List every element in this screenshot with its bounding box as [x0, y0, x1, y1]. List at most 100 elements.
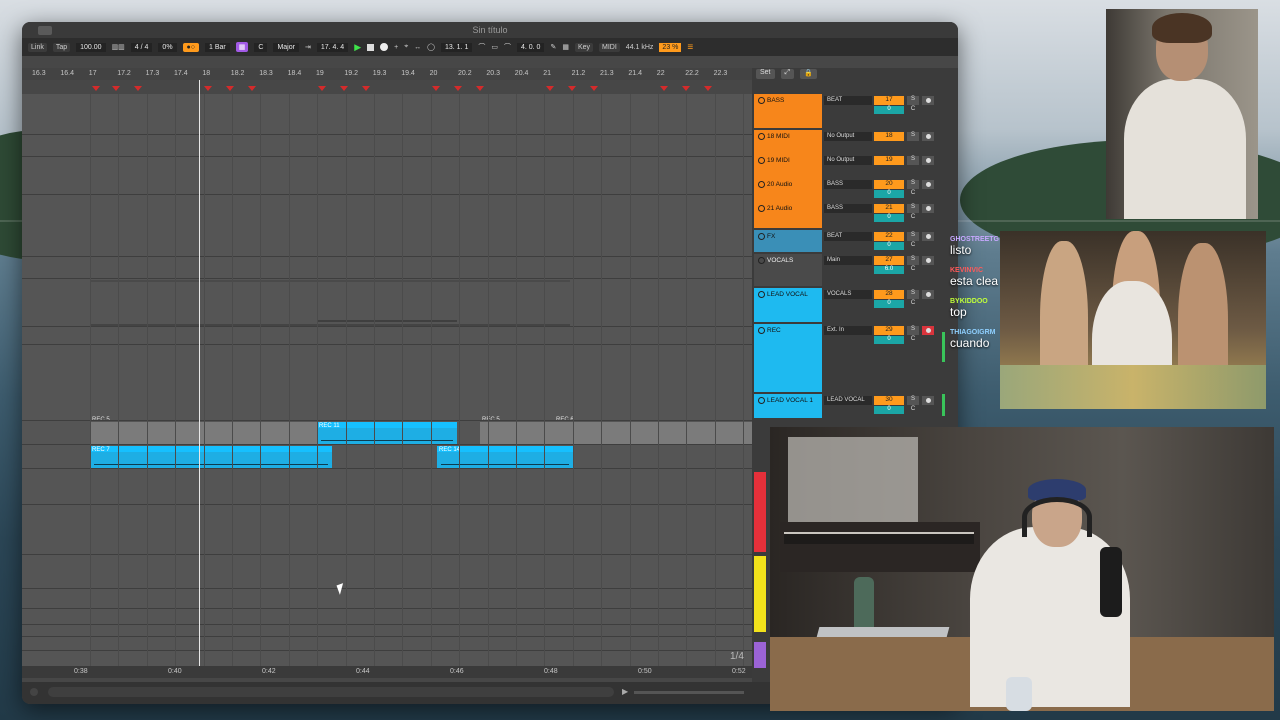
computer-keyboard-icon[interactable]: ▦ — [562, 43, 569, 51]
position-field[interactable]: 17. 4. 4 — [316, 42, 349, 52]
clip[interactable]: REC 5 — [480, 417, 560, 444]
nudge-icon[interactable]: ▥▥ — [112, 43, 125, 51]
track-color-strip[interactable] — [754, 472, 766, 552]
pan-field[interactable]: C — [907, 214, 919, 223]
volume-field[interactable]: 0 — [874, 106, 904, 114]
mixer-track[interactable]: VOCALS Main 27 S 6.0 C — [752, 254, 958, 286]
horizontal-scrollbar[interactable] — [48, 687, 614, 697]
expand-icon[interactable]: ⤢ — [780, 69, 795, 79]
solo-button[interactable]: S — [907, 180, 919, 189]
track-fold-icon[interactable] — [758, 257, 765, 264]
mixer-track[interactable]: 18 MIDI No Output 18 S — [752, 130, 958, 154]
locator-marker-icon[interactable] — [590, 86, 598, 91]
locator-marker-icon[interactable] — [660, 86, 668, 91]
pan-field[interactable]: C — [907, 106, 919, 115]
track-activator-button[interactable]: 21 — [874, 204, 904, 213]
locator-marker-icon[interactable] — [318, 86, 326, 91]
link-button[interactable]: Link — [28, 42, 47, 52]
punch-in-icon[interactable]: ⌒ — [478, 42, 485, 52]
scale-select[interactable]: Major — [273, 42, 299, 52]
track-color-strip[interactable] — [754, 556, 766, 632]
loop-icon[interactable]: ▭ — [491, 43, 498, 51]
output-routing-select[interactable]: BASS — [824, 180, 872, 189]
meter-field[interactable]: 4 / 4 — [130, 42, 153, 52]
output-routing-select[interactable]: Main — [824, 256, 872, 265]
track-name-header[interactable]: FX — [754, 230, 822, 252]
locator-marker-icon[interactable] — [454, 86, 462, 91]
pan-field[interactable]: C — [907, 190, 919, 199]
overview-icon[interactable] — [30, 688, 38, 696]
volume-field[interactable]: 0 — [874, 406, 904, 414]
solo-button[interactable]: S — [907, 326, 919, 335]
clip[interactable]: REC 6 — [554, 417, 752, 444]
preview-play-icon[interactable]: ▶ — [622, 687, 628, 696]
track-activator-button[interactable]: 20 — [874, 180, 904, 189]
tap-button[interactable]: Tap — [52, 42, 71, 52]
track-fold-icon[interactable] — [758, 233, 765, 240]
pan-field[interactable]: C — [907, 406, 919, 415]
track-activator-button[interactable]: 22 — [874, 232, 904, 241]
tempo-field[interactable]: 100.00 — [76, 42, 106, 52]
locator-marker-icon[interactable] — [204, 86, 212, 91]
arm-record-button[interactable] — [922, 396, 934, 405]
arm-record-button[interactable] — [922, 204, 934, 213]
clip[interactable]: REC 14 — [437, 446, 573, 468]
output-routing-select[interactable]: BEAT — [824, 232, 872, 241]
locator-marker-icon[interactable] — [226, 86, 234, 91]
locator-marker-icon[interactable] — [340, 86, 348, 91]
volume-field[interactable]: 0 — [874, 336, 904, 344]
track-fold-icon[interactable] — [758, 397, 765, 404]
track-activator-button[interactable]: 18 — [874, 132, 904, 141]
solo-button[interactable]: S — [907, 96, 919, 105]
solo-button[interactable]: S — [907, 256, 919, 265]
locator-marker-icon[interactable] — [92, 86, 100, 91]
track-name-header[interactable]: BASS — [754, 94, 822, 128]
solo-button[interactable]: S — [907, 396, 919, 405]
track-name-header[interactable]: REC — [754, 324, 822, 392]
key-select[interactable]: C — [254, 42, 268, 52]
track-name-header[interactable]: VOCALS — [754, 254, 822, 286]
play-icon[interactable]: ▶ — [354, 42, 361, 53]
mixer-track[interactable]: LEAD VOCAL 1 LEAD VOCAL 30 S 0 C — [752, 394, 958, 418]
mixer-track[interactable]: FX BEAT 22 S 0 C — [752, 230, 958, 252]
locator-marker-icon[interactable] — [134, 86, 142, 91]
output-routing-select[interactable]: VOCALS — [824, 290, 872, 299]
loop-start-field[interactable]: 13. 1. 1 — [441, 42, 473, 52]
back-to-arrangement-icon[interactable]: ↔ — [414, 44, 421, 51]
menu-icon[interactable]: ≡ — [687, 42, 693, 53]
locator-marker-icon[interactable] — [432, 86, 440, 91]
time-ruler[interactable]: 0:38 0:40 0:42 0:44 0:46 0:48 0:50 0:52 — [22, 666, 752, 678]
arm-record-button[interactable] — [922, 96, 934, 105]
volume-field[interactable]: 0 — [874, 190, 904, 198]
track-name-header[interactable]: LEAD VOCAL 1 — [754, 394, 822, 418]
set-button[interactable]: Set — [756, 69, 775, 79]
volume-field[interactable]: 0 — [874, 214, 904, 222]
track-activator-button[interactable]: 28 — [874, 290, 904, 299]
launch-quant-select[interactable]: 1 Bar — [205, 42, 230, 52]
mixer-track[interactable]: 20 Audio BASS 20 S 0 C — [752, 178, 958, 202]
pan-field[interactable]: C — [907, 242, 919, 251]
track-activator-button[interactable]: 17 — [874, 96, 904, 105]
track-fold-icon[interactable] — [758, 157, 765, 164]
pan-field[interactable]: C — [907, 266, 919, 275]
track-activator-button[interactable]: 27 — [874, 256, 904, 265]
locator-marker-icon[interactable] — [112, 86, 120, 91]
locator-marker-icon[interactable] — [682, 86, 690, 91]
playhead[interactable] — [199, 80, 200, 666]
track-fold-icon[interactable] — [758, 291, 765, 298]
quantize-field[interactable]: 0% — [158, 42, 177, 52]
track-color-strip[interactable] — [754, 642, 766, 668]
track-fold-icon[interactable] — [758, 181, 765, 188]
track-activator-button[interactable]: 29 — [874, 326, 904, 335]
track-fold-icon[interactable] — [758, 97, 765, 104]
arm-record-button[interactable] — [922, 156, 934, 165]
draw-mode-icon[interactable]: ✎ — [550, 43, 556, 51]
track-activator-button[interactable]: 30 — [874, 396, 904, 405]
track-name-header[interactable]: 19 MIDI — [754, 154, 822, 178]
overdub-icon[interactable]: + — [394, 44, 398, 51]
midi-map-button[interactable]: MIDI — [599, 42, 620, 52]
mixer-track[interactable]: LEAD VOCAL VOCALS 28 S 0 C — [752, 288, 958, 322]
metronome-button[interactable]: ●○ — [182, 42, 200, 52]
stop-icon[interactable] — [367, 43, 375, 51]
key-map-button[interactable]: Key — [574, 42, 594, 52]
